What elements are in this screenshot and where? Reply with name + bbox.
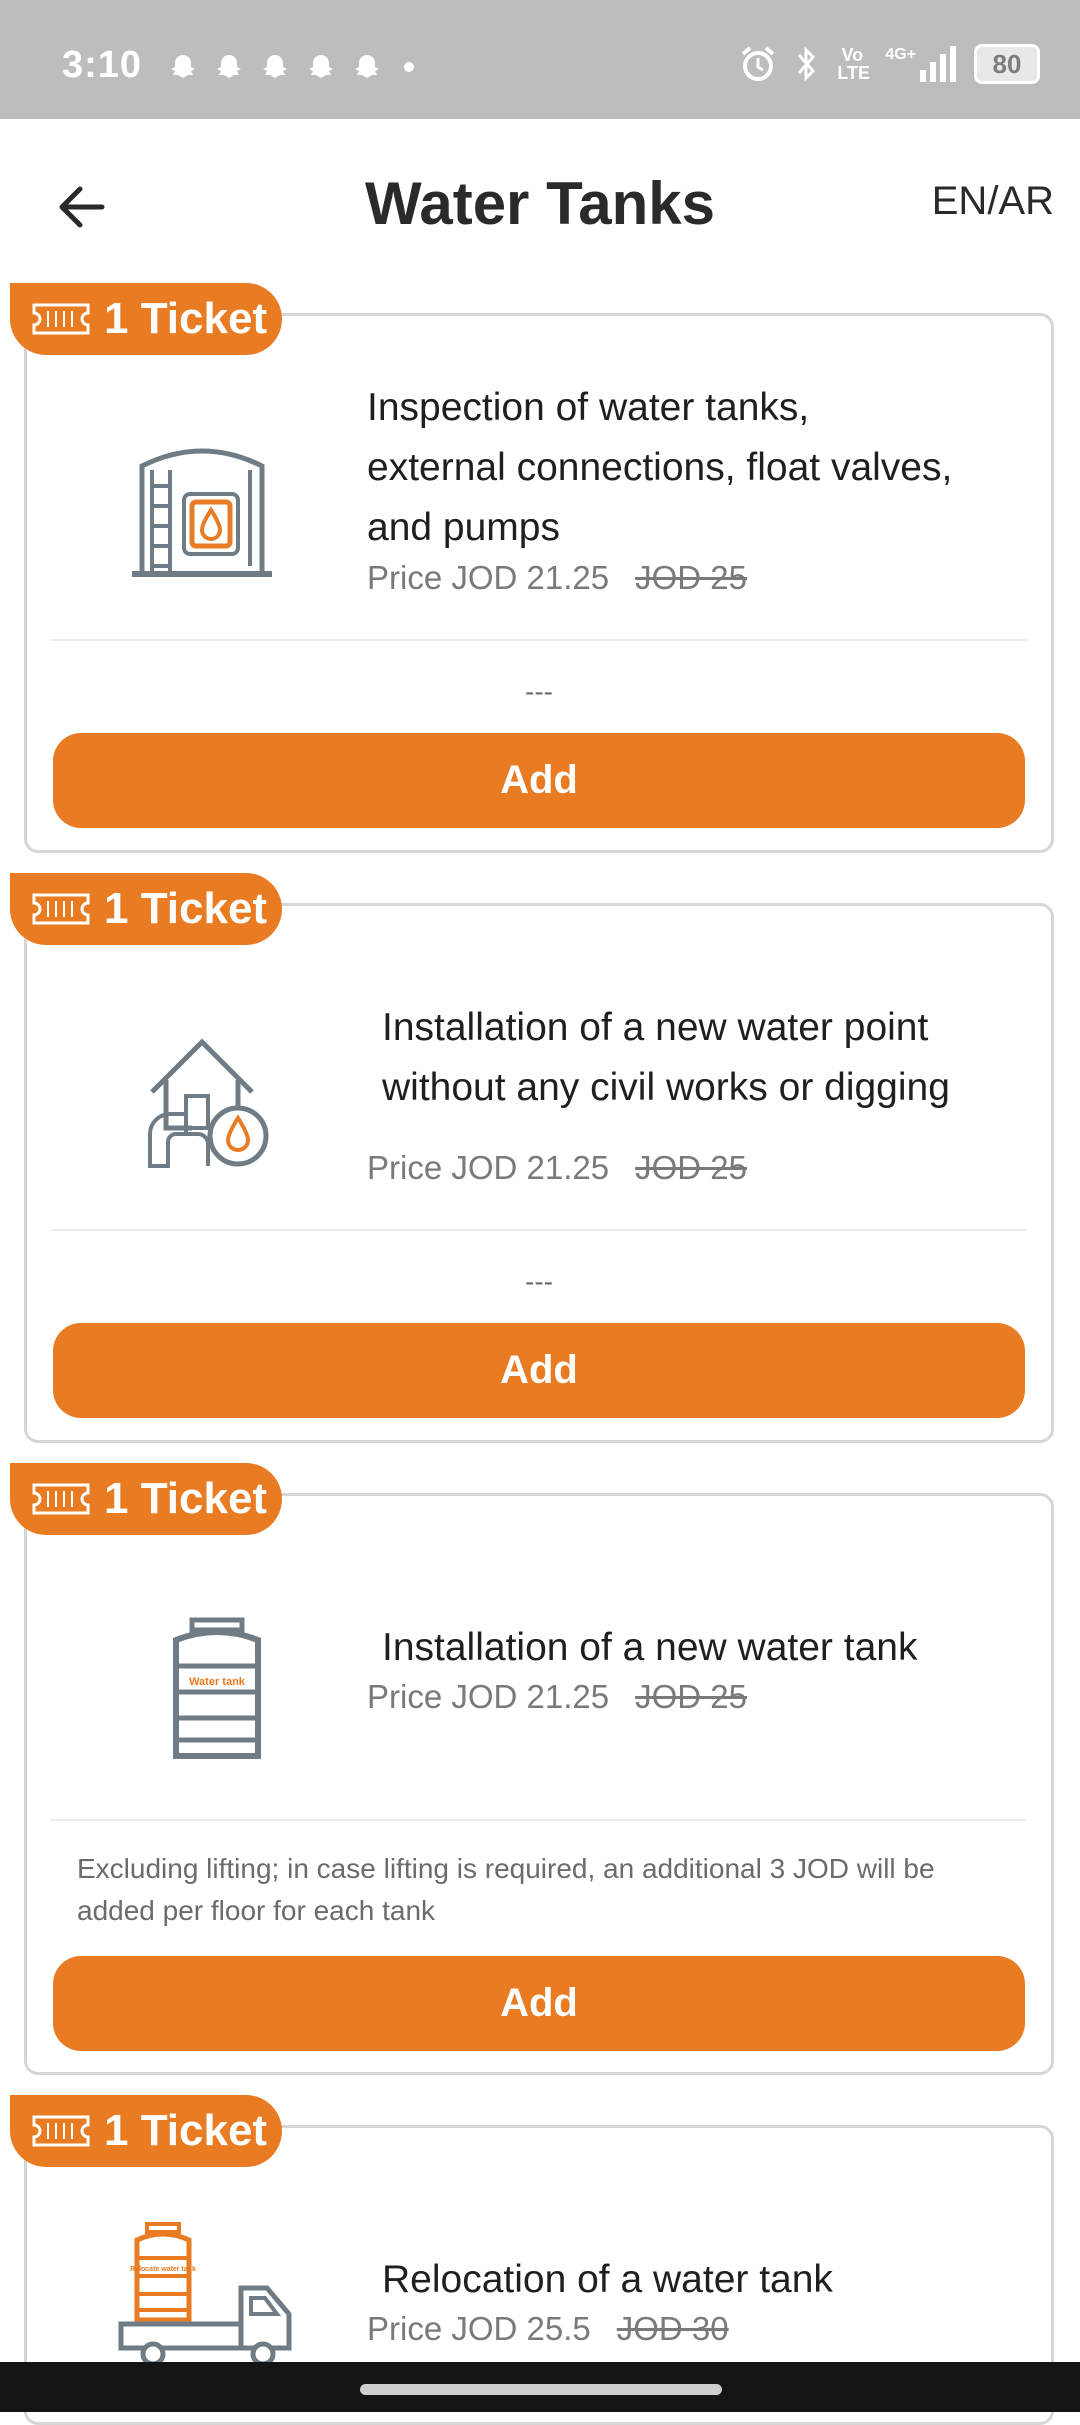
divider — [51, 639, 1027, 641]
service-title: Inspection of water tanks, external conn… — [367, 378, 952, 558]
truck-water-tank-icon: Relocate water tank — [117, 2218, 297, 2368]
notification-icons — [168, 52, 414, 82]
service-title-line: external connections, float valves, — [367, 446, 953, 489]
service-title-line: Installation of a new water point — [382, 1006, 929, 1049]
snapchat-icon — [355, 55, 379, 78]
ticket-icon — [32, 303, 90, 335]
price: Price JOD 21.25 JOD 25 — [367, 559, 747, 597]
signal-icon: 4G+ — [885, 46, 956, 82]
add-button[interactable]: Add — [53, 1323, 1025, 1418]
current-price: Price JOD 21.25 — [367, 1149, 610, 1186]
service-title: Installation of a new water point withou… — [382, 998, 950, 1118]
service-title: Installation of a new water tank — [382, 1618, 917, 1678]
status-bar: 3:10 Vo LTE 4G+ 80 — [0, 0, 1080, 119]
add-button[interactable]: Add — [53, 733, 1025, 828]
ticket-badge: 1 Ticket — [10, 873, 282, 945]
volte-label: Vo LTE — [837, 45, 870, 83]
service-title-line: and pumps — [367, 506, 560, 549]
ticket-badge: 1 Ticket — [10, 2095, 282, 2167]
service-title: Relocation of a water tank — [382, 2250, 833, 2310]
more-notifications-dot — [404, 62, 414, 72]
system-navigation-bar — [0, 2362, 1080, 2412]
ticket-icon — [32, 2115, 90, 2147]
status-time: 3:10 — [62, 44, 143, 86]
add-button[interactable]: Add — [53, 1956, 1025, 2051]
house-water-point-icon — [122, 1016, 282, 1176]
service-note: --- — [525, 1266, 553, 1297]
price: Price JOD 21.25 JOD 25 — [367, 1149, 747, 1187]
snapchat-icon — [217, 55, 241, 78]
battery-indicator: 80 — [974, 44, 1040, 84]
original-price: JOD 30 — [616, 2310, 729, 2347]
page-title: Water Tanks — [364, 170, 716, 237]
original-price: JOD 25 — [635, 1149, 747, 1186]
water-tank-inspection-icon — [122, 426, 282, 586]
system-icons: Vo LTE 4G+ 80 — [739, 44, 1040, 84]
snapchat-icon — [263, 55, 287, 78]
current-price: Price JOD 21.25 — [367, 559, 610, 596]
alarm-icon — [742, 46, 775, 81]
current-price: Price JOD 25.5 — [367, 2310, 591, 2347]
service-note: --- — [525, 676, 553, 707]
service-title-line: without any civil works or digging — [382, 1066, 950, 1109]
ticket-badge: 1 Ticket — [10, 1463, 282, 1535]
ticket-badge: 1 Ticket — [10, 283, 282, 355]
current-price: Price JOD 21.25 — [367, 1678, 610, 1715]
original-price: JOD 25 — [635, 559, 747, 596]
ticket-icon — [32, 893, 90, 925]
bluetooth-icon — [798, 46, 816, 82]
ticket-count: 1 Ticket — [104, 1474, 268, 1523]
app-bar: Water Tanks EN/AR — [0, 119, 1080, 289]
ticket-count: 1 Ticket — [104, 2106, 268, 2155]
water-tank-icon: Water tank — [142, 1606, 292, 1766]
divider — [51, 1229, 1027, 1231]
truck-tank-icon-label: Relocate water tank — [130, 2266, 196, 2273]
service-card: Installation of a new water point withou… — [24, 903, 1054, 1443]
service-title-line: Installation of a new water tank — [382, 1626, 918, 1669]
ticket-icon — [32, 1483, 90, 1515]
service-title-line: Relocation of a water tank — [382, 2258, 833, 2301]
snapchat-icon — [171, 55, 195, 78]
divider — [51, 1819, 1027, 1821]
snapchat-icon — [309, 55, 333, 78]
water-tank-icon-label: Water tank — [189, 1676, 246, 1688]
home-gesture-handle[interactable] — [360, 2384, 722, 2395]
network-type-label: 4G+ — [885, 46, 916, 63]
service-note: Excluding lifting; in case lifting is re… — [77, 1853, 935, 1926]
ticket-count: 1 Ticket — [104, 294, 268, 343]
ticket-count: 1 Ticket — [104, 884, 268, 933]
original-price: JOD 25 — [635, 1678, 747, 1715]
service-card: Water tank Installation of a new water t… — [24, 1493, 1054, 2075]
service-card: Inspection of water tanks, external conn… — [24, 313, 1054, 853]
price: Price JOD 25.5 JOD 30 — [367, 2310, 729, 2348]
service-title-line: Inspection of water tanks, — [367, 386, 810, 429]
price: Price JOD 21.25 JOD 25 — [367, 1678, 747, 1716]
language-toggle-button[interactable]: EN/AR — [932, 179, 1054, 224]
